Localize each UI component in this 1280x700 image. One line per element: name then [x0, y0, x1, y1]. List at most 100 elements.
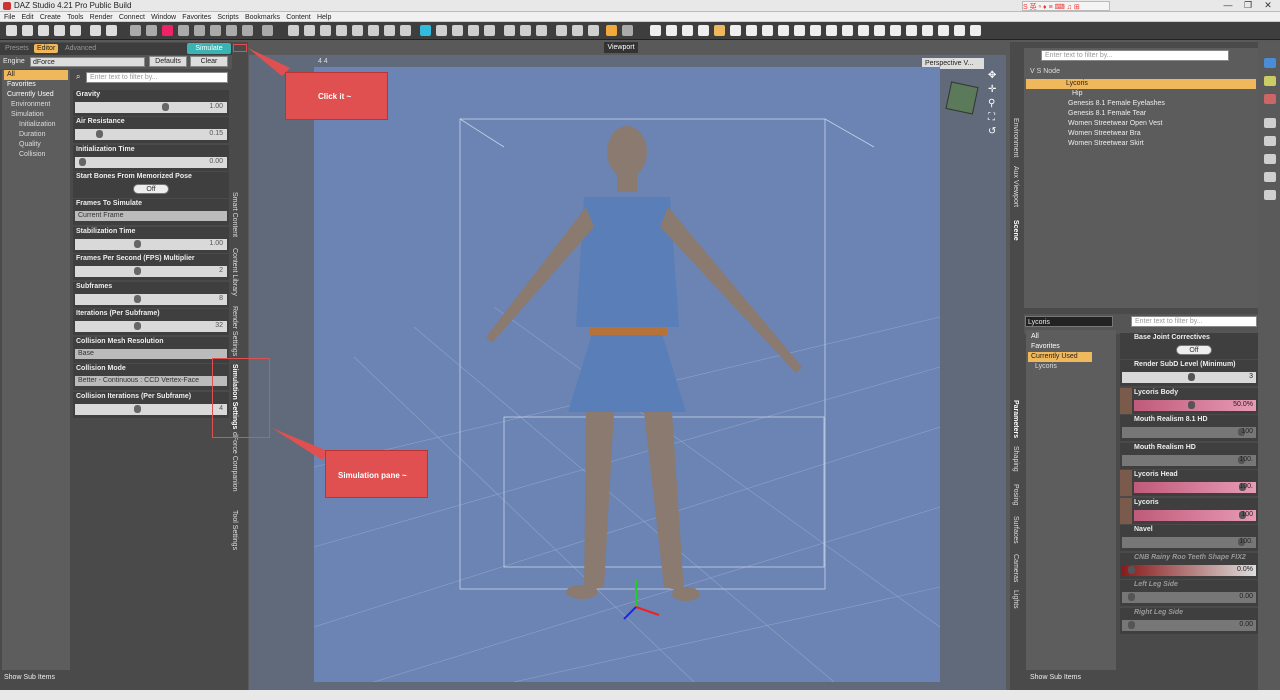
property-slider[interactable]: 32: [75, 321, 227, 332]
figure-tool-4-icon[interactable]: [468, 25, 479, 36]
defaults-button[interactable]: Defaults: [149, 56, 187, 67]
parameter-slider[interactable]: 3: [1122, 372, 1256, 383]
property-dropdown[interactable]: Base: [75, 349, 227, 359]
scene-node[interactable]: Lycoris: [1026, 79, 1256, 89]
category-duration[interactable]: Duration: [16, 130, 80, 140]
figure-tool-8-icon[interactable]: [536, 25, 547, 36]
pcategory-lycoris[interactable]: Lycoris: [1032, 362, 1096, 372]
scene-node[interactable]: Women Streetwear Bra: [1026, 129, 1256, 139]
property-slider[interactable]: 4: [75, 404, 227, 415]
slider-knob[interactable]: [133, 267, 141, 275]
tool-strip-icon-3[interactable]: [1264, 94, 1276, 104]
scene-node[interactable]: Women Streetwear Skirt: [1026, 139, 1256, 149]
geometry-tool-icon[interactable]: [810, 25, 821, 36]
vtab-environment[interactable]: Environment: [1012, 118, 1019, 157]
rotate-tool-icon[interactable]: [666, 25, 677, 36]
parameter-slider[interactable]: 50.0%: [1134, 400, 1256, 411]
category-quality[interactable]: Quality: [16, 140, 80, 150]
select-tool-icon[interactable]: [320, 25, 331, 36]
pcategory-favorites[interactable]: Favorites: [1028, 342, 1092, 352]
parameter-slider[interactable]: 100.: [1134, 482, 1256, 493]
vtab-scene[interactable]: Scene: [1012, 220, 1019, 241]
camera-icon[interactable]: [262, 25, 273, 36]
vtab-posing[interactable]: Posing: [1012, 484, 1019, 505]
active-tool-icon[interactable]: [714, 25, 725, 36]
slider-knob[interactable]: [133, 405, 141, 413]
show-sub-items-checkbox[interactable]: Show Sub Items: [4, 674, 55, 681]
pose-tool-2-icon[interactable]: [336, 25, 347, 36]
morph-tool-icon[interactable]: [842, 25, 853, 36]
category-currently-used[interactable]: Currently Used: [4, 90, 68, 100]
zoom-icon[interactable]: ⚲: [988, 98, 995, 109]
scene-node[interactable]: Genesis 8.1 Female Eyelashes: [1026, 99, 1256, 109]
active-pose-icon[interactable]: [420, 25, 431, 36]
pose-tool-icon[interactable]: [304, 25, 315, 36]
category-simulation[interactable]: Simulation: [8, 110, 72, 120]
weight-tool-icon[interactable]: [826, 25, 837, 36]
slider-knob[interactable]: [1128, 621, 1135, 629]
tab-presets[interactable]: Presets: [2, 44, 32, 53]
parameter-slider[interactable]: 100: [1134, 510, 1256, 521]
grid-icon[interactable]: [622, 25, 633, 36]
pcategory-currently-used[interactable]: Currently Used: [1028, 352, 1092, 362]
reset-icon[interactable]: ↺: [988, 126, 996, 137]
camera-tool-icon[interactable]: [890, 25, 901, 36]
link-tool-icon[interactable]: [922, 25, 933, 36]
property-slider[interactable]: 8: [75, 294, 227, 305]
layout-icon[interactable]: [242, 25, 253, 36]
open-icon[interactable]: [22, 25, 33, 36]
minimize-button[interactable]: —: [1218, 0, 1238, 12]
spot-render-icon[interactable]: [178, 25, 189, 36]
close-button[interactable]: ✕: [1258, 0, 1278, 12]
parameter-slider[interactable]: 100.: [1122, 455, 1256, 466]
viewport-draw-icon[interactable]: [194, 25, 205, 36]
parameter-toggle[interactable]: Off: [1176, 345, 1212, 355]
pcategory-all[interactable]: All: [1028, 332, 1092, 342]
translate-tool-icon[interactable]: [682, 25, 693, 36]
engine-select[interactable]: dForce: [30, 57, 145, 67]
scale-tool-icon[interactable]: [698, 25, 709, 36]
frame-icon[interactable]: ⛶: [988, 112, 995, 123]
category-favorites[interactable]: Favorites: [4, 80, 68, 90]
property-slider[interactable]: 0.00: [75, 157, 227, 168]
figure-tool-10-icon[interactable]: [572, 25, 583, 36]
slider-knob[interactable]: [133, 240, 141, 248]
category-initialization[interactable]: Initialization: [16, 120, 80, 130]
slider-knob[interactable]: [96, 130, 103, 138]
figure-move-icon[interactable]: [384, 25, 395, 36]
vtab-tool-settings[interactable]: Tool Settings: [231, 510, 238, 550]
figure-tool-7-icon[interactable]: [520, 25, 531, 36]
viewport-tab[interactable]: Viewport: [604, 42, 638, 53]
note-icon[interactable]: [606, 25, 617, 36]
scene-filter-input[interactable]: Enter text to filter by...: [1041, 50, 1229, 61]
parameter-slider[interactable]: 100.: [1122, 537, 1256, 548]
filter-input[interactable]: Enter text to filter by...: [86, 72, 228, 83]
figure-tool-6-icon[interactable]: [504, 25, 515, 36]
joint-tool-icon[interactable]: [762, 25, 773, 36]
slider-knob[interactable]: [79, 158, 87, 166]
merge-icon[interactable]: [38, 25, 49, 36]
slider-knob[interactable]: [1128, 593, 1135, 601]
new-scene-icon[interactable]: [6, 25, 17, 36]
tool-strip-icon-5[interactable]: [1264, 136, 1276, 146]
tool-strip-icon-4[interactable]: [1264, 118, 1276, 128]
slider-knob[interactable]: [1188, 401, 1195, 409]
measure-tool-icon[interactable]: [954, 25, 965, 36]
figure-select-icon[interactable]: [352, 25, 363, 36]
pose-tool-3-icon[interactable]: [730, 25, 741, 36]
viewport-canvas[interactable]: [314, 67, 940, 682]
tool-strip-icon-2[interactable]: [1264, 76, 1276, 86]
property-slider[interactable]: 1.00: [75, 102, 227, 113]
undo-icon[interactable]: [90, 25, 101, 36]
property-slider[interactable]: 0.15: [75, 129, 227, 140]
tool-strip-icon-6[interactable]: [1264, 154, 1276, 164]
scene-node[interactable]: Hip: [1026, 89, 1256, 99]
figure-tool-3-icon[interactable]: [452, 25, 463, 36]
hand-tool-icon[interactable]: [858, 25, 869, 36]
show-sub-items-checkbox-right[interactable]: Show Sub Items: [1030, 674, 1081, 681]
spot-tool-icon[interactable]: [874, 25, 885, 36]
tool-strip-icon-8[interactable]: [1264, 190, 1276, 200]
category-environment[interactable]: Environment: [8, 100, 72, 110]
figure-tool-5-icon[interactable]: [484, 25, 495, 36]
parameter-slider[interactable]: 100: [1122, 427, 1256, 438]
